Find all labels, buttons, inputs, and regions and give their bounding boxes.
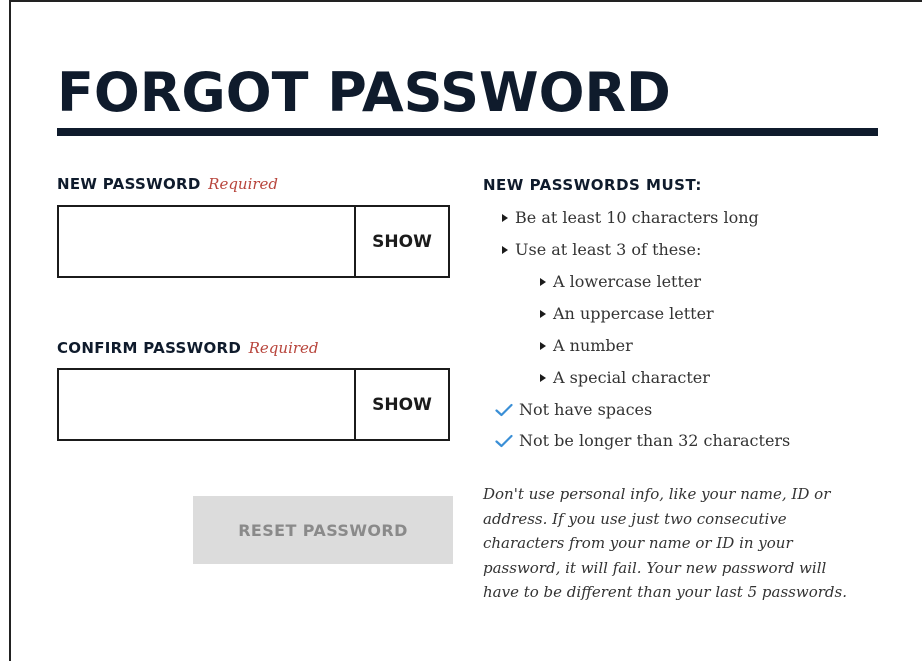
rule-item-satisfied: Not be longer than 32 characters [495,431,790,450]
rule-text: An uppercase letter [553,304,714,323]
password-rules-title: NEW PASSWORDS MUST: [483,176,702,194]
page-title: FORGOT PASSWORD [57,61,671,124]
rule-text: A lowercase letter [553,272,702,291]
rule-text: Use at least 3 of these: [515,240,702,259]
rule-subitem: A special character [540,368,710,387]
rule-item: Use at least 3 of these: [502,240,701,259]
confirm-password-label: CONFIRM PASSWORD Required [57,339,319,357]
new-password-label-text: NEW PASSWORD [57,175,201,193]
rule-subitem: A lowercase letter [540,272,701,291]
rule-text: Be at least 10 characters long [515,208,759,227]
confirm-password-label-text: CONFIRM PASSWORD [57,339,242,357]
confirm-password-input[interactable] [59,370,354,439]
new-password-input[interactable] [59,207,354,276]
confirm-password-show-button[interactable]: SHOW [354,370,448,439]
confirm-password-field: SHOW [57,368,450,441]
rule-text: A number [553,336,633,355]
frame-border-top [9,0,922,2]
new-password-field: SHOW [57,205,450,278]
bullet-triangle-icon [540,309,546,318]
rule-subitem: A number [540,336,633,355]
rule-text: Not be longer than 32 characters [519,431,791,450]
new-password-label: NEW PASSWORD Required [57,175,278,193]
check-icon [495,434,513,447]
reset-password-button[interactable]: RESET PASSWORD [193,496,453,564]
bullet-triangle-icon [502,213,508,222]
bullet-triangle-icon [540,277,546,286]
bullet-triangle-icon [502,245,508,254]
rule-subitem: An uppercase letter [540,304,714,323]
rule-item-satisfied: Not have spaces [495,400,652,419]
rule-text: Not have spaces [519,400,653,419]
new-password-required-text: Required [208,175,279,193]
title-divider [57,128,878,136]
rule-item: Be at least 10 characters long [502,208,759,227]
check-icon [495,403,513,416]
frame-border-left [9,0,11,661]
confirm-password-required-text: Required [248,339,319,357]
bullet-triangle-icon [540,373,546,382]
new-password-show-button[interactable]: SHOW [354,207,448,276]
password-policy-note: Don't use personal info, like your name,… [483,485,847,602]
rule-text: A special character [553,368,710,387]
bullet-triangle-icon [540,341,546,350]
